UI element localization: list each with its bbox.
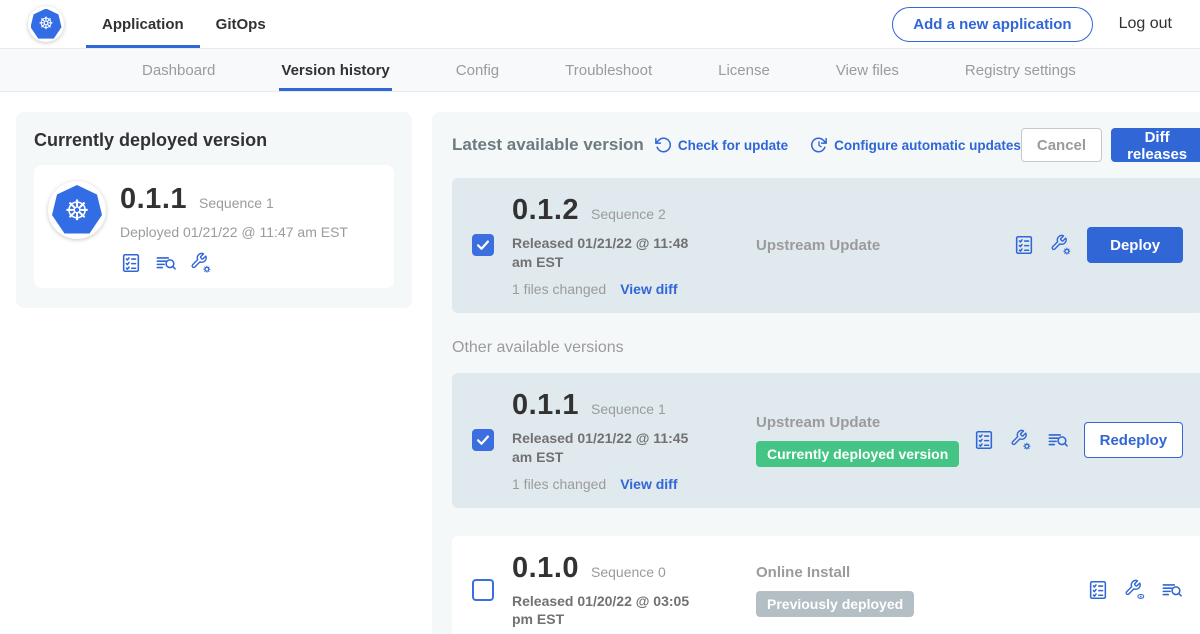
subnav-license[interactable]: License [716,49,772,91]
kubernetes-logo: ☸ [28,6,64,42]
currently-deployed-badge: Currently deployed version [756,441,959,467]
version-sequence: Sequence 2 [591,206,666,222]
view-diff-link[interactable]: View diff [620,476,677,492]
subnav-view-files[interactable]: View files [834,49,901,91]
clock-refresh-icon [810,136,828,154]
subnav-version-history[interactable]: Version history [279,49,391,91]
app-icon: ☸ [48,181,106,239]
top-navbar: ☸ Application GitOps Add a new applicati… [0,0,1200,48]
version-checkbox[interactable] [472,234,494,256]
latest-available-title: Latest available version [452,135,644,155]
version-source: Upstream Update [756,237,1013,254]
version-row-0-1-1: 0.1.1 Sequence 1 Released 01/21/22 @ 11:… [452,373,1200,508]
currently-deployed-panel: Currently deployed version ☸ 0.1.1 Seque… [16,112,412,308]
edit-config-icon[interactable] [1050,234,1072,256]
view-config-icon[interactable] [1124,579,1146,601]
currently-deployed-card: ☸ 0.1.1 Sequence 1 Deployed 01/21/22 @ 1… [34,165,394,288]
check-icon [474,429,492,451]
edit-config-icon[interactable] [190,252,212,274]
preflight-checks-icon[interactable] [120,252,142,274]
version-checkbox[interactable] [472,579,494,601]
version-number: 0.1.1 [512,389,579,422]
main-content: Currently deployed version ☸ 0.1.1 Seque… [0,92,1200,634]
files-changed: 1 files changed [512,476,606,492]
version-row-0-1-0: 0.1.0 Sequence 0 Released 01/20/22 @ 03:… [452,536,1200,634]
other-available-versions-title: Other available versions [452,339,1200,357]
deploy-logs-icon[interactable] [1047,429,1069,451]
deployed-version-number: 0.1.1 [120,183,187,216]
version-sequence: Sequence 0 [591,564,666,580]
diff-releases-button[interactable]: Diff releases [1111,128,1200,162]
edit-config-icon[interactable] [1010,429,1032,451]
view-diff-link[interactable]: View diff [620,281,677,297]
kubernetes-wheel-icon: ☸ [31,9,62,40]
version-number: 0.1.2 [512,194,579,227]
released-timestamp: Released 01/21/22 @ 11:45 am EST [512,429,710,467]
version-checkbox[interactable] [472,429,494,451]
version-history-panel: Latest available version Check for updat… [432,112,1200,634]
deploy-button[interactable]: Deploy [1087,227,1183,263]
app-subnav: Dashboard Version history Config Trouble… [0,48,1200,92]
kubernetes-wheel-icon: ☸ [52,185,102,235]
preflight-checks-icon[interactable] [973,429,995,451]
app-tabs: Application GitOps [86,0,282,48]
subnav-troubleshoot[interactable]: Troubleshoot [563,49,654,91]
preflight-checks-icon[interactable] [1087,579,1109,601]
deployed-timestamp: Deployed 01/21/22 @ 11:47 am EST [120,224,348,240]
add-new-application-button[interactable]: Add a new application [892,7,1092,42]
currently-deployed-title: Currently deployed version [34,130,394,151]
version-source: Online Install [756,564,1087,581]
configure-automatic-updates-link[interactable]: Configure automatic updates [810,136,1021,154]
deploy-logs-icon[interactable] [155,252,177,274]
tab-gitops[interactable]: GitOps [200,0,282,48]
released-timestamp: Released 01/20/22 @ 03:05 pm EST [512,592,710,630]
refresh-icon [654,136,672,154]
previously-deployed-badge: Previously deployed [756,591,914,617]
subnav-registry-settings[interactable]: Registry settings [963,49,1078,91]
version-row-0-1-2: 0.1.2 Sequence 2 Released 01/21/22 @ 11:… [452,178,1200,313]
cancel-button[interactable]: Cancel [1021,128,1102,162]
version-number: 0.1.0 [512,552,579,585]
version-source: Upstream Update [756,414,973,431]
deployed-sequence: Sequence 1 [199,195,274,211]
tab-application[interactable]: Application [86,0,200,48]
check-icon [474,234,492,256]
released-timestamp: Released 01/21/22 @ 11:48 am EST [512,234,710,272]
files-changed: 1 files changed [512,281,606,297]
version-sequence: Sequence 1 [591,401,666,417]
subnav-dashboard[interactable]: Dashboard [140,49,217,91]
deploy-logs-icon[interactable] [1161,579,1183,601]
check-for-update-link[interactable]: Check for update [654,136,788,154]
preflight-checks-icon[interactable] [1013,234,1035,256]
redeploy-button[interactable]: Redeploy [1084,422,1184,458]
subnav-config[interactable]: Config [454,49,501,91]
logout-link[interactable]: Log out [1119,15,1172,33]
